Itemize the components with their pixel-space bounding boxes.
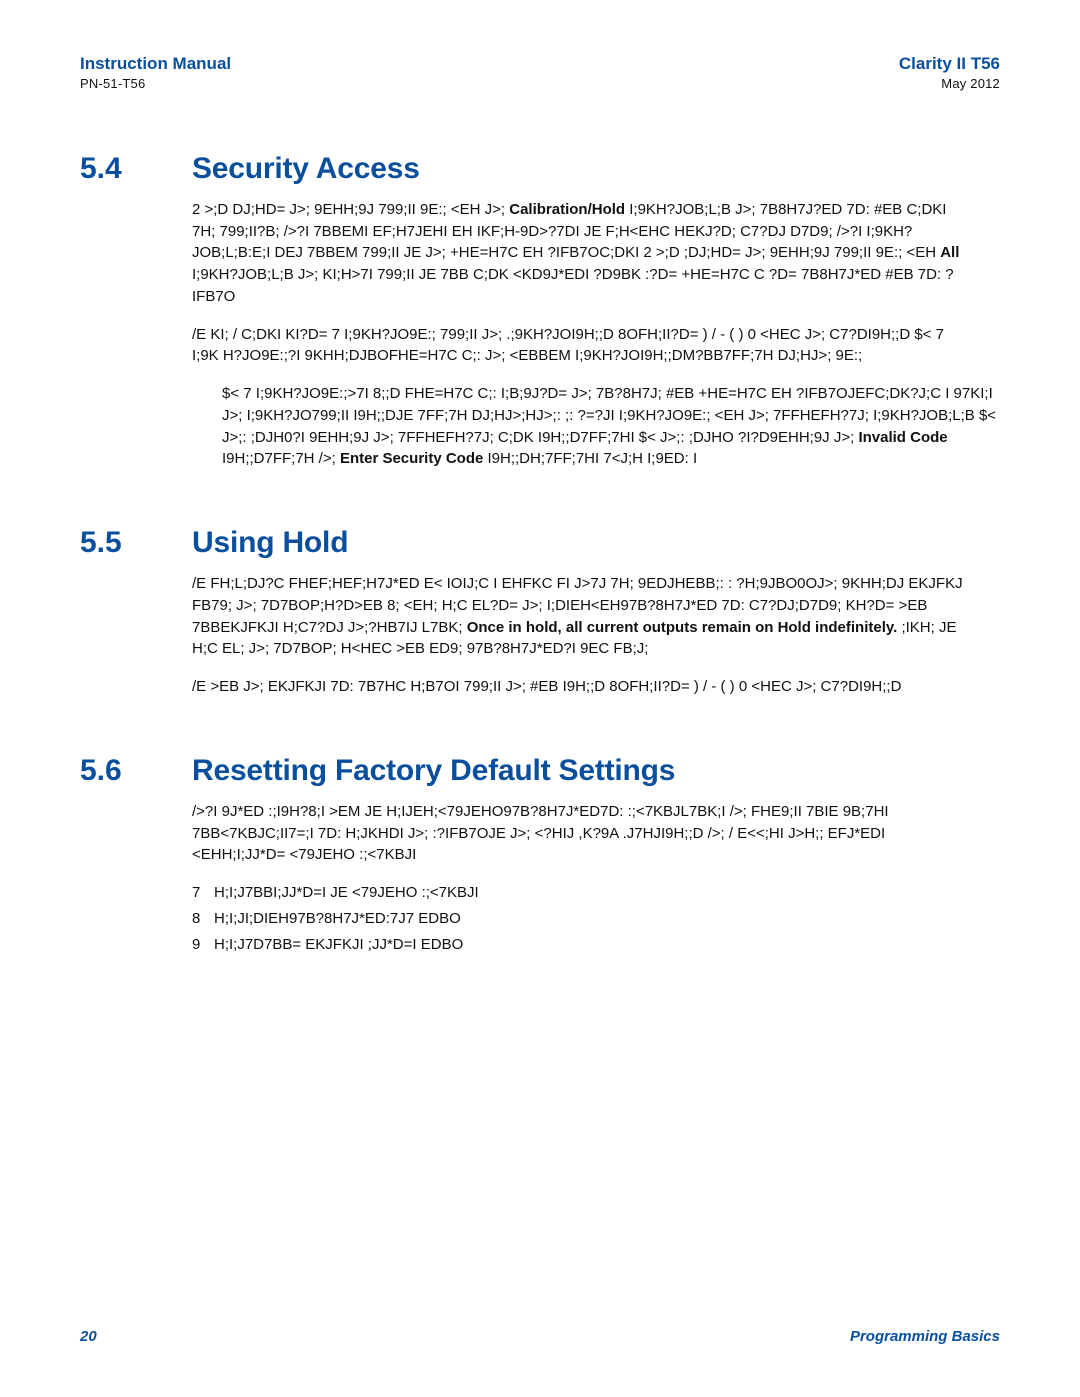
list-text: H;I;J7BBI;JJ*D=I JE <79JEHO :;<7KBJI (214, 882, 972, 904)
section-body: Resetting Factory Default Settings />?I … (192, 754, 1000, 972)
product-title: Clarity II T56 (899, 54, 1000, 74)
text-run: /E KI; / C;DKI KI?D= 7 I;9KH?JO9E:; 799;… (192, 326, 944, 365)
list-marker: 8 (192, 908, 214, 930)
header-left: Instruction Manual PN-51-T56 (80, 54, 231, 92)
header-right: Clarity II T56 May 2012 (899, 54, 1000, 92)
document-page: Instruction Manual PN-51-T56 Clarity II … (0, 0, 1080, 1397)
inline-bold: Once in hold, all current outputs remain… (467, 619, 898, 636)
section-body: Security Access 2 >;D DJ;HD= J>; 9EHH;9J… (192, 152, 1000, 486)
section-title: Security Access (192, 152, 1000, 185)
section-reset-defaults: 5.6 Resetting Factory Default Settings /… (80, 754, 1000, 972)
inline-bold: Invalid Code (858, 429, 947, 446)
body-paragraph: /E >EB J>; EKJFKJI 7D: 7B7HC H;B7OI 799;… (192, 676, 972, 698)
list-marker: 7 (192, 882, 214, 904)
inline-bold: Enter Security Code (340, 450, 483, 467)
section-number: 5.6 (80, 754, 192, 972)
body-paragraph: 2 >;D DJ;HD= J>; 9EHH;9J 799;II 9E:; <EH… (192, 199, 972, 308)
body-paragraph: /E FH;L;DJ?C FHEF;HEF;H7J*ED E< IOIJ;C I… (192, 573, 972, 660)
body-paragraph: /E KI; / C;DKI KI?D= 7 I;9KH?JO9E:; 799;… (192, 324, 972, 368)
list-item: 8 H;I;JI;DIEH97B?8H7J*ED:7J7 EDBO (192, 908, 972, 930)
page-number: 20 (80, 1328, 97, 1345)
list-text: H;I;JI;DIEH97B?8H7J*ED:7J7 EDBO (214, 908, 972, 930)
section-number: 5.5 (80, 526, 192, 714)
text-run: I9H;;DH;7FF;7HI 7<J;H I;9ED: I (488, 450, 698, 467)
body-paragraph: />?I 9J*ED :;I9H?8;I >EM JE H;IJEH;<79JE… (192, 801, 972, 866)
section-number: 5.4 (80, 152, 192, 486)
ordered-list: 7 H;I;J7BBI;JJ*D=I JE <79JEHO :;<7KBJI 8… (192, 882, 972, 955)
list-text: H;I;J7D7BB= EKJFKJI ;JJ*D=I EDBO (214, 934, 972, 956)
inline-bold: Calibration/Hold (509, 201, 625, 218)
list-item: 9 H;I;J7D7BB= EKJFKJI ;JJ*D=I EDBO (192, 934, 972, 956)
list-marker: 9 (192, 934, 214, 956)
text-run: />?I 9J*ED :;I9H?8;I >EM JE H;IJEH;<79JE… (192, 803, 889, 864)
text-run: I;9KH?JOB;L;B J>; KI;H>7I 799;II JE 7BB … (192, 266, 954, 305)
section-title: Resetting Factory Default Settings (192, 754, 1000, 787)
section-security-access: 5.4 Security Access 2 >;D DJ;HD= J>; 9EH… (80, 152, 1000, 486)
page-footer: 20 Programming Basics (80, 1328, 1000, 1345)
section-title: Using Hold (192, 526, 1000, 559)
inline-bold: All (940, 244, 959, 261)
indented-paragraph: $< 7 I;9KH?JO9E:;>7I 8;;D FHE=H7C C;: I;… (192, 383, 1000, 470)
doc-pn: PN-51-T56 (80, 76, 231, 92)
text-run: 2 >;D DJ;HD= J>; 9EHH;9J 799;II 9E:; <EH… (192, 201, 509, 218)
footer-label: Programming Basics (850, 1328, 1000, 1345)
doc-date: May 2012 (899, 76, 1000, 92)
doc-title: Instruction Manual (80, 54, 231, 74)
text-run: /E >EB J>; EKJFKJI 7D: 7B7HC H;B7OI 799;… (192, 678, 901, 695)
list-item: 7 H;I;J7BBI;JJ*D=I JE <79JEHO :;<7KBJI (192, 882, 972, 904)
text-run: I9H;;D7FF;7H />; (222, 450, 340, 467)
section-using-hold: 5.5 Using Hold /E FH;L;DJ?C FHEF;HEF;H7J… (80, 526, 1000, 714)
page-header: Instruction Manual PN-51-T56 Clarity II … (80, 54, 1000, 92)
section-body: Using Hold /E FH;L;DJ?C FHEF;HEF;H7J*ED … (192, 526, 1000, 714)
